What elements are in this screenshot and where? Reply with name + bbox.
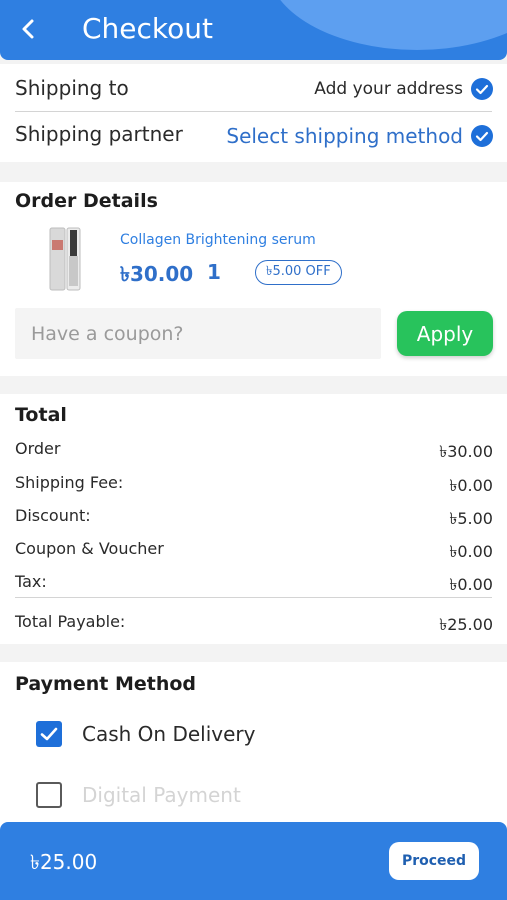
page-title: Checkout xyxy=(82,12,213,45)
checkbox-unchecked-icon[interactable] xyxy=(36,782,62,808)
shipping-section: Shipping to Add your address Shipping pa… xyxy=(0,64,507,162)
total-payable-row: Total Payable: ৳25.00 xyxy=(15,612,493,639)
payment-option-label: Digital Payment xyxy=(82,783,241,807)
checkout-footer: ৳25.00 Proceed xyxy=(0,822,507,900)
chevron-left-icon[interactable] xyxy=(16,14,40,44)
payment-method-section: Payment Method Cash On Delivery Digital … xyxy=(0,662,507,832)
product-quantity: 1 xyxy=(207,260,221,284)
proceed-button[interactable]: Proceed xyxy=(389,842,479,880)
discount-badge: ৳5.00 OFF xyxy=(255,260,342,285)
order-details-title: Order Details xyxy=(15,190,158,212)
total-row-label: Coupon & Voucher xyxy=(15,539,164,558)
total-row-order: Order ৳30.00 xyxy=(15,439,493,466)
total-row-value: ৳0.00 xyxy=(449,542,493,561)
total-row-tax: Tax: ৳0.00 xyxy=(15,572,493,599)
product-name[interactable]: Collagen Brightening serum xyxy=(120,232,316,248)
edit-check-icon xyxy=(471,78,493,100)
footer-total: ৳25.00 xyxy=(30,850,98,874)
total-row-label: Order xyxy=(15,439,61,458)
shipping-to-label: Shipping to xyxy=(15,76,129,100)
order-details-section: Order Details Collagen Brightening serum… xyxy=(0,182,507,376)
add-address-text: Add your address xyxy=(314,79,463,99)
apply-coupon-button[interactable]: Apply xyxy=(397,311,493,356)
total-payable-value: ৳25.00 xyxy=(439,615,493,634)
divider xyxy=(15,111,492,112)
coupon-input[interactable] xyxy=(15,308,381,359)
product-image xyxy=(48,226,82,292)
shipping-partner-label: Shipping partner xyxy=(15,122,183,146)
payment-option-digital-payment[interactable]: Digital Payment xyxy=(36,782,241,808)
edit-check-icon xyxy=(471,125,493,147)
total-row-value: ৳5.00 xyxy=(449,509,493,528)
app-header: Checkout xyxy=(0,0,507,60)
payment-option-cash-on-delivery[interactable]: Cash On Delivery xyxy=(36,721,255,747)
add-address-link[interactable]: Add your address xyxy=(314,78,493,100)
total-row-coupon-voucher: Coupon & Voucher ৳0.00 xyxy=(15,539,493,566)
payment-option-label: Cash On Delivery xyxy=(82,722,256,746)
payment-method-title: Payment Method xyxy=(15,673,197,695)
total-payable-label: Total Payable: xyxy=(15,612,126,631)
select-shipping-method-link[interactable]: Select shipping method xyxy=(226,124,493,148)
total-row-shipping-fee: Shipping Fee: ৳0.00 xyxy=(15,473,493,500)
total-row-label: Discount: xyxy=(15,506,91,525)
total-row-value: ৳0.00 xyxy=(449,575,493,594)
select-shipping-method-text: Select shipping method xyxy=(226,124,463,148)
checkbox-checked-icon[interactable] xyxy=(36,721,62,747)
divider xyxy=(15,597,492,598)
total-row-value: ৳0.00 xyxy=(449,476,493,495)
total-row-discount: Discount: ৳5.00 xyxy=(15,506,493,533)
product-price: ৳30.00 xyxy=(120,262,194,286)
header-decoration xyxy=(267,0,507,50)
total-row-label: Tax: xyxy=(15,572,47,591)
total-row-value: ৳30.00 xyxy=(439,442,493,461)
total-row-label: Shipping Fee: xyxy=(15,473,124,492)
total-section: Total Order ৳30.00 Shipping Fee: ৳0.00 D… xyxy=(0,394,507,644)
total-title: Total xyxy=(15,404,67,426)
